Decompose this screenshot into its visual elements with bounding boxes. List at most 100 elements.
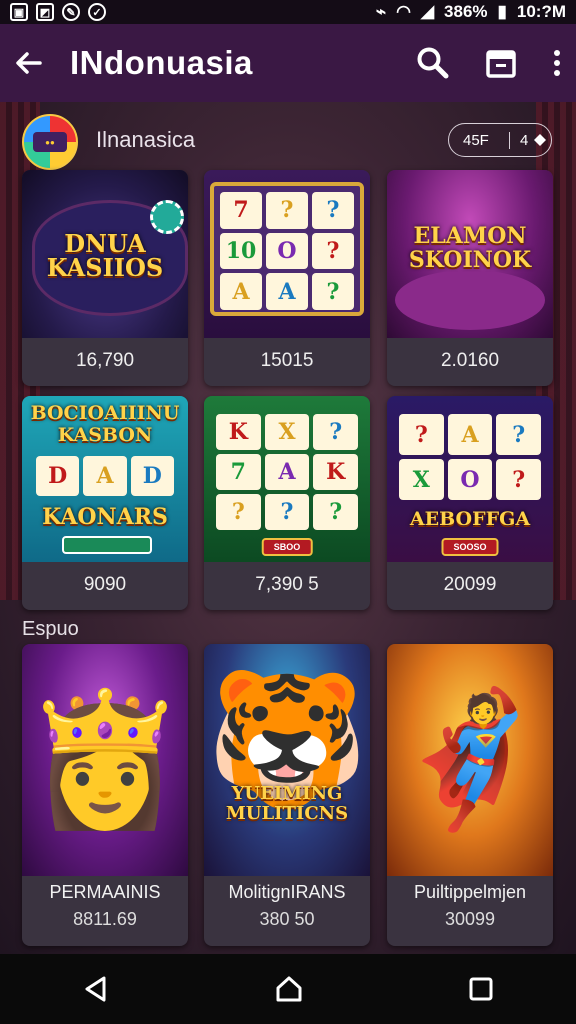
reel-symbol: A [266, 273, 308, 310]
status-bar: ▣ ◩ ✎ ✓ ⌁ ◠ ◢ 386% ▮ 10:?M [0, 0, 576, 24]
character-value: 30099 [444, 909, 496, 929]
character-thumbnail: 👸 [22, 644, 188, 876]
app-bar: INdonuasia [0, 24, 576, 102]
game-card[interactable]: 7?? 10 O? A A? 15015 [204, 170, 370, 386]
gallery-icon: ▣ [10, 3, 28, 21]
brand-logo[interactable]: ●● [22, 114, 78, 170]
game-value: 2.0160 [440, 350, 500, 371]
game-card[interactable]: DNUA KASIIOS 16,790 [22, 170, 188, 386]
game-banner: AEBOFFGA [409, 508, 531, 530]
character-logo-text: YUEIMING MULITICNS [225, 783, 349, 824]
back-arrow-icon[interactable] [14, 48, 44, 78]
reel-symbol: ? [266, 192, 308, 229]
reel-symbol: O [266, 232, 308, 270]
character-value: 8811.69 [73, 909, 137, 929]
character-thumbnail: 🐯 YUEIMING MULITICNS [204, 644, 370, 876]
reel-symbol: X [264, 414, 310, 450]
section-title: Espuo [22, 618, 79, 640]
pen-icon: ✎ [62, 3, 80, 21]
reel-symbol: D [36, 456, 80, 496]
filter-chip-group[interactable]: 45F 4 [448, 123, 552, 157]
game-value: 9090 [83, 574, 127, 595]
slot-reels: DAD [36, 456, 174, 496]
character-art: 🦸 [389, 686, 551, 832]
game-value: 20099 [443, 574, 497, 595]
character-art: 👸 [24, 686, 186, 832]
reel-symbol: ? [399, 414, 444, 455]
chip-right[interactable]: 4 [510, 132, 547, 149]
reel-symbol: ? [312, 273, 354, 310]
slot-reels: 7?? 10 O? A A? [220, 192, 354, 310]
game-thumbnail: ELAMON SKOINOK [387, 170, 553, 338]
game-logo-text: ELAMON SKOINOK [408, 223, 532, 273]
character-card[interactable]: 👸 PERMAAINIS 8811.69 [22, 644, 188, 946]
section-title: Ilnanasica [96, 127, 196, 152]
wifi-icon: ◠ [396, 2, 411, 21]
nav-home-icon[interactable] [274, 974, 304, 1004]
character-value: 380 50 [259, 909, 315, 929]
nav-recents-icon[interactable] [468, 976, 494, 1002]
chip-left[interactable]: 45F [449, 131, 510, 149]
reel-symbol: O [447, 459, 493, 500]
reel-symbol: A [447, 414, 493, 455]
game-thumbnail: K X? 7 A K??? SBOO [204, 396, 370, 562]
reel-symbol: K [313, 454, 358, 490]
game-logo-text: BOCIOAIIINU KASBON [30, 402, 180, 446]
character-name: PERMAAINIS [49, 882, 161, 902]
character-card[interactable]: 🦸 Puiltippelmjen 30099 [387, 644, 553, 946]
reel-symbol: ? [496, 459, 541, 500]
game-logo-text: DNUA KASIIOS [46, 229, 164, 282]
reel-symbol: 10 [220, 232, 262, 270]
image-icon: ◩ [36, 3, 54, 21]
diamond-icon [534, 134, 547, 146]
game-card[interactable]: ? A? X O? AEBOFFGA SOOSO 20099 [387, 396, 553, 610]
page-title: INdonuasia [70, 44, 253, 81]
character-name: Puiltippelmjen [413, 882, 527, 902]
cabinet-icon[interactable] [484, 46, 518, 80]
game-sub-banner: SBOO [261, 538, 313, 556]
reel-symbol: D [130, 456, 174, 496]
game-thumbnail: DNUA KASIIOS [22, 170, 188, 338]
more-vertical-icon[interactable] [552, 48, 562, 78]
game-card[interactable]: ELAMON SKOINOK 2.0160 [387, 170, 553, 386]
slot-reels: ? A? X O? [399, 414, 541, 500]
character-name: MolitignIRANS [228, 882, 346, 902]
game-thumbnail: 7?? 10 O? A A? [204, 170, 370, 338]
reel-symbol: ? [312, 232, 354, 270]
reel-symbol: ? [313, 494, 358, 530]
reel-symbol: X [399, 459, 444, 500]
reel-symbol: ? [216, 494, 261, 530]
reel-symbol: K [216, 414, 261, 450]
game-thumbnail: ? A? X O? AEBOFFGA SOOSO [387, 396, 553, 562]
chip-right-label: 4 [520, 131, 529, 149]
game-value: 15015 [260, 350, 314, 371]
signal-icon: ◢ [420, 2, 435, 21]
search-icon[interactable] [416, 46, 450, 80]
game-card[interactable]: BOCIOAIIINU KASBON DAD KAONARS 9090 [22, 396, 188, 610]
reel-symbol: A [83, 456, 127, 496]
character-thumbnail: 🦸 [387, 644, 553, 876]
reel-symbol: ? [496, 414, 541, 455]
game-card[interactable]: K X? 7 A K??? SBOO 7,390 5 [204, 396, 370, 610]
reel-symbol: 7 [220, 192, 262, 229]
check-icon: ✓ [88, 3, 106, 21]
nav-back-icon[interactable] [82, 975, 110, 1003]
reel-symbol: ? [313, 414, 358, 450]
reel-symbol: ? [312, 192, 354, 229]
reel-symbol: A [264, 454, 310, 490]
game-thumbnail: BOCIOAIIINU KASBON DAD KAONARS [22, 396, 188, 562]
game-value: 16,790 [75, 350, 135, 371]
vibrate-icon: ⌁ [375, 2, 387, 21]
game-banner: KAONARS [42, 504, 168, 530]
battery-percent: 386% [444, 2, 488, 21]
slot-reels: K X? 7 A K??? [216, 414, 358, 530]
game-sub-banner: SOOSO [441, 538, 499, 556]
reel-symbol: ? [264, 494, 310, 530]
system-nav-bar [0, 954, 576, 1024]
battery-icon: ▮ [497, 2, 507, 21]
game-value: 7,390 5 [255, 574, 319, 595]
reel-symbol: A [220, 273, 262, 310]
clock: 10:?M [516, 2, 566, 21]
reel-symbol: 7 [216, 454, 261, 490]
character-card[interactable]: 🐯 YUEIMING MULITICNS MolitignIRANS 380 5… [204, 644, 370, 946]
